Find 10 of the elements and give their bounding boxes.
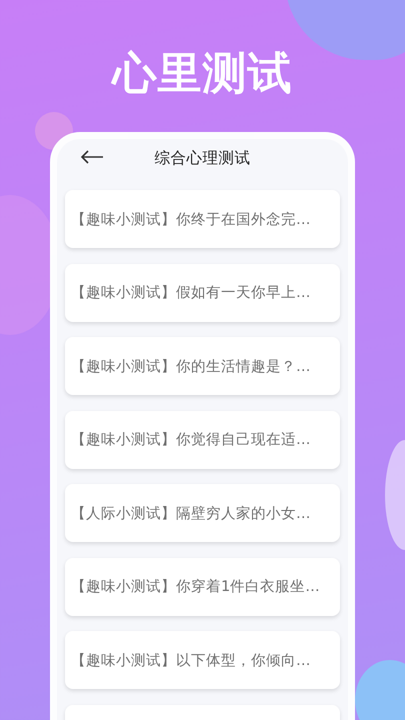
test-item[interactable]: 【趣味小测试】以下体型，你倾向…: [65, 631, 340, 689]
test-item[interactable]: 【趣味小测试】你的生活情趣是？…: [65, 337, 340, 395]
test-item[interactable]: 【趣味小测试】你觉得自己现在适…: [65, 410, 340, 468]
test-item[interactable]: 【趣味小测试】你终于在国外念完…: [65, 190, 340, 248]
screen-title: 综合心理测试: [154, 148, 250, 168]
test-item[interactable]: 【人际小测试】隔壁穷人家的小女…: [65, 484, 340, 542]
back-arrow-icon[interactable]: [80, 150, 104, 164]
test-item[interactable]: 【趣味小测试】假如有一天你早上…: [65, 264, 340, 322]
test-item[interactable]: 【趣味小测试】你穿着1件白衣服坐…: [65, 558, 340, 616]
app-headline: 心里测试: [112, 47, 292, 101]
